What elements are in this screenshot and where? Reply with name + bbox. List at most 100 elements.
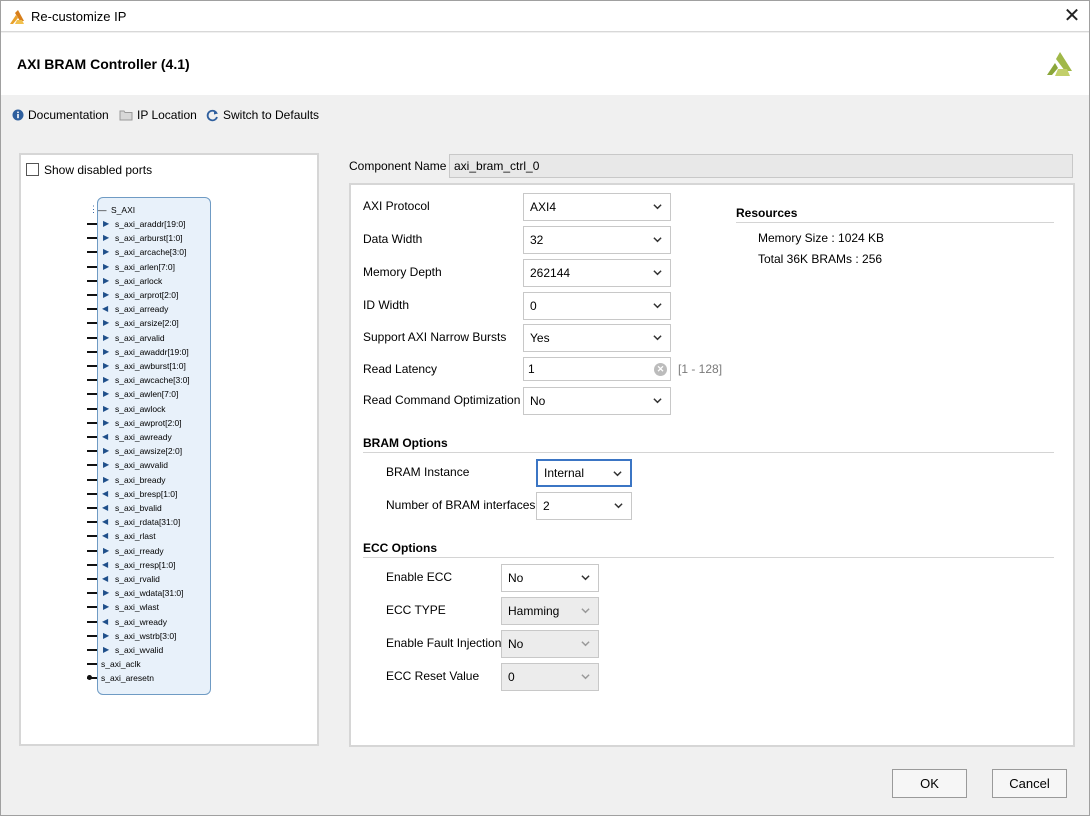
- configuration-panel: AXI Protocol AXI4 Data Width 32 Memory D…: [349, 183, 1075, 747]
- port-row[interactable]: ▶ s_axi_arlock: [87, 274, 211, 288]
- show-disabled-ports-label: Show disabled ports: [44, 163, 153, 177]
- chevron-down-icon: [613, 471, 622, 477]
- switch-to-defaults-button[interactable]: Switch to Defaults: [206, 108, 319, 122]
- port-label: s_axi_arlen[7:0]: [115, 261, 176, 272]
- input-arrow-icon: ▶: [103, 361, 110, 370]
- narrow-bursts-label: Support AXI Narrow Bursts: [363, 330, 507, 344]
- port-row[interactable]: ▶ s_axi_rready: [87, 544, 211, 558]
- port-row[interactable]: ◀ s_axi_arready: [87, 302, 211, 316]
- interface-s-axi[interactable]: ⋮ — S_AXI: [89, 203, 209, 217]
- ecc-reset-value-dropdown[interactable]: 0: [501, 663, 599, 691]
- data-width-dropdown[interactable]: 32: [523, 226, 671, 254]
- input-arrow-icon: ▶: [103, 275, 110, 285]
- port-label: s_axi_rready: [115, 545, 164, 556]
- memory-depth-dropdown[interactable]: 262144: [523, 259, 671, 287]
- port-row[interactable]: ◀ s_axi_rvalid: [87, 572, 211, 586]
- port-row[interactable]: ▶ s_axi_awburst[1:0]: [87, 359, 211, 373]
- port-row[interactable]: ▶ s_axi_awaddr[19:0]: [87, 345, 211, 359]
- port-label: s_axi_rlast: [115, 531, 156, 542]
- chevron-down-icon: [653, 303, 662, 309]
- chevron-down-icon: [653, 398, 662, 404]
- ecc-reset-value-label: ECC Reset Value: [386, 669, 480, 683]
- port-aresetn[interactable]: s_axi_aresetn: [87, 671, 207, 685]
- port-label: s_axi_arburst[1:0]: [115, 233, 183, 244]
- recustomize-ip-dialog: Re-customize IP ✕ AXI BRAM Controller (4…: [0, 0, 1090, 816]
- port-row[interactable]: ▶ s_axi_wvalid: [87, 643, 211, 657]
- port-aclk[interactable]: s_axi_aclk: [87, 657, 207, 671]
- ip-location-label: IP Location: [137, 108, 197, 122]
- axi-protocol-dropdown[interactable]: AXI4: [523, 193, 671, 221]
- chevron-down-icon: [614, 503, 623, 509]
- chevron-down-icon: [653, 335, 662, 341]
- ip-location-button[interactable]: IP Location: [119, 108, 197, 122]
- input-arrow-icon: ▶: [103, 460, 110, 470]
- port-row[interactable]: ◀ s_axi_bresp[1:0]: [87, 487, 211, 501]
- dropdown-value: 32: [530, 233, 544, 247]
- port-row[interactable]: ◀ s_axi_wready: [87, 615, 211, 629]
- port-row[interactable]: ◀ s_axi_rresp[1:0]: [87, 558, 211, 572]
- port-row[interactable]: ▶ s_axi_wdata[31:0]: [87, 586, 211, 600]
- id-width-dropdown[interactable]: 0: [523, 292, 671, 320]
- toolbar: Documentation IP Location Switch to Defa…: [1, 95, 1089, 135]
- port-row[interactable]: ▶ s_axi_arlen[7:0]: [87, 260, 211, 274]
- fault-injection-label: Enable Fault Injection: [386, 636, 502, 650]
- input-arrow-icon: ▶: [103, 389, 110, 399]
- dropdown-value: 2: [543, 499, 550, 513]
- port-row[interactable]: ◀ s_axi_rdata[31:0]: [87, 515, 211, 529]
- port-row[interactable]: ▶ s_axi_awlen[7:0]: [87, 387, 211, 401]
- port-row[interactable]: ▶ s_axi_awvalid: [87, 458, 211, 472]
- documentation-button[interactable]: Documentation: [12, 108, 109, 122]
- input-arrow-icon: ▶: [103, 602, 110, 612]
- bus-interface-icon: ⋮: [89, 204, 98, 214]
- documentation-label: Documentation: [28, 108, 109, 122]
- ok-button[interactable]: OK: [892, 769, 967, 798]
- close-icon[interactable]: ✕: [1061, 5, 1083, 27]
- input-arrow-icon: ▶: [103, 247, 110, 257]
- title-bar: Re-customize IP ✕: [1, 1, 1089, 32]
- bram-instance-dropdown[interactable]: Internal: [536, 459, 632, 487]
- dropdown-value: Internal: [544, 466, 585, 480]
- port-row[interactable]: ▶ s_axi_arvalid: [87, 331, 211, 345]
- read-latency-label: Read Latency: [363, 362, 438, 376]
- port-label: s_axi_arvalid: [115, 332, 165, 343]
- port-row[interactable]: ▶ s_axi_awcache[3:0]: [87, 373, 211, 387]
- port-row[interactable]: ◀ s_axi_rlast: [87, 529, 211, 543]
- bram-options-title: BRAM Options: [363, 436, 448, 450]
- output-arrow-icon: ◀: [102, 616, 109, 626]
- memory-size-text: Memory Size : 1024 KB: [758, 231, 885, 245]
- port-row[interactable]: ◀ s_axi_bvalid: [87, 501, 211, 515]
- port-row[interactable]: ▶ s_axi_arburst[1:0]: [87, 231, 211, 245]
- show-disabled-ports-checkbox[interactable]: [26, 163, 39, 176]
- port-label: s_axi_awvalid: [115, 460, 168, 471]
- component-name-label: Component Name: [349, 159, 447, 173]
- ip-symbol-panel: Show disabled ports ⋮ — S_AXI ▶ s_axi_ara…: [19, 153, 319, 746]
- port-row[interactable]: ▶ s_axi_arsize[2:0]: [87, 316, 211, 330]
- ecc-type-dropdown[interactable]: Hamming: [501, 597, 599, 625]
- input-arrow-icon: ▶: [103, 318, 110, 328]
- port-label: s_axi_wlast: [115, 602, 159, 613]
- read-latency-input[interactable]: 1 ✕: [523, 357, 671, 381]
- clear-icon[interactable]: ✕: [654, 363, 667, 376]
- num-bram-interfaces-dropdown[interactable]: 2: [536, 492, 632, 520]
- port-row[interactable]: ▶ s_axi_arcache[3:0]: [87, 245, 211, 259]
- port-row[interactable]: ◀ s_axi_awready: [87, 430, 211, 444]
- port-row[interactable]: ▶ s_axi_awprot[2:0]: [87, 416, 211, 430]
- port-row[interactable]: ▶ s_axi_awsize[2:0]: [87, 444, 211, 458]
- port-row[interactable]: ▶ s_axi_arprot[2:0]: [87, 288, 211, 302]
- port-row[interactable]: ▶ s_axi_wlast: [87, 600, 211, 614]
- port-label: s_axi_araddr[19:0]: [115, 219, 186, 229]
- enable-ecc-dropdown[interactable]: No: [501, 564, 599, 592]
- fault-injection-dropdown[interactable]: No: [501, 630, 599, 658]
- folder-icon: [119, 110, 133, 121]
- cancel-button[interactable]: Cancel: [992, 769, 1067, 798]
- port-label: s_axi_wvalid: [115, 645, 164, 655]
- port-row[interactable]: ▶ s_axi_awlock: [87, 402, 211, 416]
- component-name-input[interactable]: axi_bram_ctrl_0: [449, 154, 1073, 178]
- dropdown-value: No: [508, 571, 524, 585]
- input-arrow-icon: ▶: [103, 417, 110, 427]
- port-row[interactable]: ▶ s_axi_wstrb[3:0]: [87, 629, 211, 643]
- read-cmd-opt-dropdown[interactable]: No: [523, 387, 671, 415]
- port-row[interactable]: ▶ s_axi_araddr[19:0]: [87, 217, 211, 231]
- port-row[interactable]: ▶ s_axi_bready: [87, 473, 211, 487]
- narrow-bursts-dropdown[interactable]: Yes: [523, 324, 671, 352]
